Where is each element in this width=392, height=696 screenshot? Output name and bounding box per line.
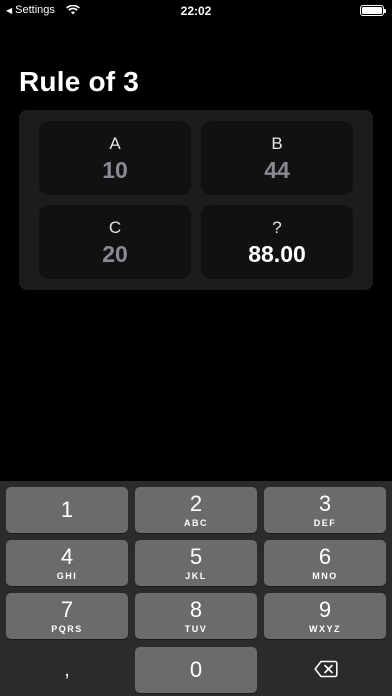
key-8[interactable]: 8 TUV	[135, 593, 257, 639]
page-title: Rule of 3	[19, 66, 140, 97]
key-digit: 8	[189, 597, 203, 622]
cell-b-value[interactable]: 44	[201, 157, 353, 184]
cell-a[interactable]: A 10	[39, 121, 191, 195]
cell-c[interactable]: C 20	[39, 205, 191, 279]
key-digit: 1	[60, 497, 74, 522]
status-bar: ◀ Settings 22:02	[0, 0, 392, 22]
key-digit: ,	[64, 659, 70, 681]
rule-of-three-panel: A 10 B 44 C 20 ? 88.00	[19, 110, 373, 290]
key-letters: TUV	[184, 624, 208, 634]
status-time: 22:02	[180, 4, 212, 18]
cell-c-label: C	[108, 218, 122, 237]
key-2[interactable]: 2 ABC	[135, 487, 257, 533]
key-digit: 7	[60, 597, 74, 622]
key-comma[interactable]: ,	[6, 647, 128, 693]
cell-a-value[interactable]: 10	[39, 157, 191, 184]
delete-backspace-icon	[314, 660, 338, 678]
battery-icon	[360, 5, 386, 16]
key-digit: 2	[189, 491, 203, 516]
cell-b[interactable]: B 44	[201, 121, 353, 195]
key-1[interactable]: 1	[6, 487, 128, 533]
key-9[interactable]: 9 WXYZ	[264, 593, 386, 639]
delete-key[interactable]	[264, 647, 386, 693]
key-0[interactable]: 0	[135, 647, 257, 693]
cell-result-label: ?	[272, 218, 282, 237]
key-digit: 6	[318, 544, 332, 569]
key-letters: ABC	[184, 518, 208, 528]
key-digit: 3	[318, 491, 332, 516]
numeric-keypad: 1 2 ABC 3 DEF 4 GHI 5 JKL 6 MNO 7 PQRS 8…	[0, 481, 392, 696]
cell-result: ? 88.00	[201, 205, 353, 279]
cell-result-value: 88.00	[248, 241, 306, 267]
key-letters: JKL	[185, 571, 207, 581]
key-digit: 4	[60, 544, 74, 569]
key-letters: DEF	[313, 518, 337, 528]
cell-b-label: B	[271, 134, 283, 153]
cell-a-label: A	[109, 134, 121, 153]
key-digit: 5	[189, 544, 203, 569]
cell-c-value[interactable]: 20	[39, 241, 191, 268]
key-7[interactable]: 7 PQRS	[6, 593, 128, 639]
key-5[interactable]: 5 JKL	[135, 540, 257, 586]
key-3[interactable]: 3 DEF	[264, 487, 386, 533]
key-letters: GHI	[56, 571, 78, 581]
key-4[interactable]: 4 GHI	[6, 540, 128, 586]
key-letters: MNO	[312, 571, 338, 581]
key-letters: PQRS	[51, 624, 83, 634]
key-digit: 9	[318, 597, 332, 622]
key-6[interactable]: 6 MNO	[264, 540, 386, 586]
key-digit: 0	[189, 657, 203, 682]
key-letters: WXYZ	[309, 624, 341, 634]
